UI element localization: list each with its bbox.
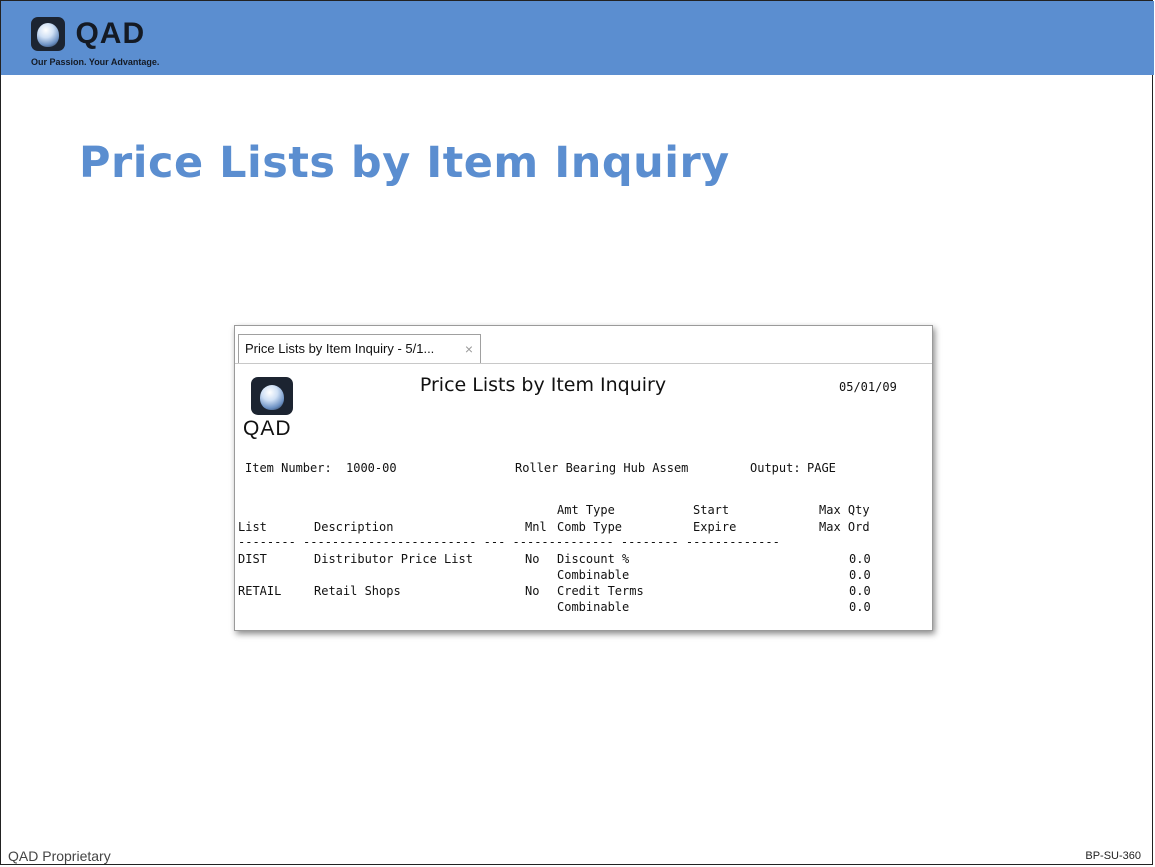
- footer-proprietary: QAD Proprietary: [8, 848, 111, 864]
- header-max-qty: Max Qty: [819, 503, 870, 517]
- report-date: 05/01/09: [839, 380, 897, 394]
- row-list: DIST: [238, 552, 267, 566]
- item-number-value: 1000-00: [346, 461, 397, 475]
- tab-label: Price Lists by Item Inquiry - 5/1...: [245, 341, 435, 356]
- row-amt-type: Discount %: [557, 552, 630, 566]
- header-separator: -------- ------------------------ --- --…: [238, 535, 780, 549]
- logo-tagline: Our Passion. Your Advantage.: [31, 57, 160, 67]
- header-max-ord: Max Ord: [819, 520, 870, 534]
- logo-text: QAD: [75, 17, 146, 50]
- item-number-label: Item Number:: [245, 461, 332, 475]
- row-max-qty: 0.0: [849, 584, 871, 598]
- row-max-ord: 0.0: [849, 568, 871, 582]
- header-start: Start: [693, 503, 730, 517]
- item-description: Roller Bearing Hub Assem: [515, 461, 689, 475]
- close-icon[interactable]: ×: [465, 335, 473, 363]
- header-amt-type: Amt Type: [557, 503, 615, 517]
- report-logo-text: QAD: [243, 417, 292, 440]
- row-comb-type: Combinable: [557, 568, 630, 582]
- qad-logo-icon: [31, 17, 65, 51]
- row-manual: No: [525, 584, 540, 598]
- row-description: Retail Shops: [314, 584, 401, 598]
- row-manual: No: [525, 552, 540, 566]
- output-value: PAGE: [807, 461, 836, 475]
- header-mnl: Mnl: [525, 520, 547, 534]
- row-description: Distributor Price List: [314, 552, 473, 566]
- inquiry-window: Price Lists by Item Inquiry - 5/1... × Q…: [234, 325, 933, 631]
- report-logo: QAD: [243, 377, 305, 441]
- output-label: Output:: [750, 461, 801, 475]
- tab-price-lists-by-item[interactable]: Price Lists by Item Inquiry - 5/1... ×: [238, 334, 481, 363]
- report-qad-logo-icon: [251, 377, 293, 415]
- tab-strip: Price Lists by Item Inquiry - 5/1... ×: [235, 326, 932, 364]
- row-max-qty: 0.0: [849, 552, 871, 566]
- header-expire: Expire: [693, 520, 737, 534]
- header-description: Description: [314, 520, 394, 534]
- header-list: List: [238, 520, 267, 534]
- row-comb-type: Combinable: [557, 600, 630, 614]
- qad-logo: QAD Our Passion. Your Advantage.: [31, 17, 159, 67]
- header-comb-type: Comb Type: [557, 520, 623, 534]
- row-max-ord: 0.0: [849, 600, 871, 614]
- footer-slide-code: BP-SU-360: [1085, 850, 1141, 862]
- slide-title: Price Lists by Item Inquiry: [79, 138, 730, 188]
- row-list: RETAIL: [238, 584, 282, 598]
- row-amt-type: Credit Terms: [557, 584, 644, 598]
- report-title: Price Lists by Item Inquiry: [419, 374, 667, 396]
- header-bar: QAD Our Passion. Your Advantage.: [1, 1, 1154, 75]
- report-body: QAD Price Lists by Item Inquiry 05/01/09…: [235, 364, 932, 630]
